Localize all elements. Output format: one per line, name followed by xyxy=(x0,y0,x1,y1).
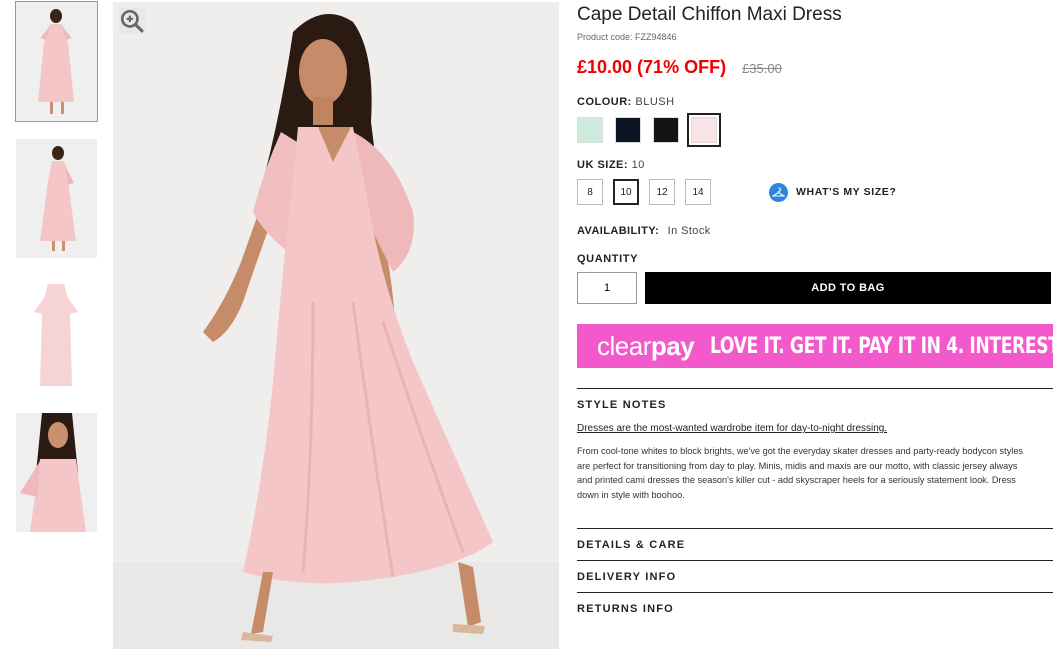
clearpay-banner[interactable]: clearpay LOVE IT. GET IT. PAY IT IN 4. I… xyxy=(577,324,1053,368)
colour-swatches xyxy=(577,113,1053,147)
price-row: £10.00 (71% OFF) £35.00 xyxy=(577,57,1053,78)
swatch-blush[interactable] xyxy=(687,113,721,147)
size-label-row: UK SIZE: 10 xyxy=(577,159,1053,171)
style-notes-line: and printed cami dresses the season's ki… xyxy=(577,475,1016,485)
thumbnail-flat-image xyxy=(16,276,97,395)
size-option-14[interactable]: 14 xyxy=(685,179,711,205)
zoom-button[interactable] xyxy=(119,8,145,34)
style-notes-line: are perfect for transitioning from day t… xyxy=(577,460,1018,471)
availability-label: AVAILABILITY: xyxy=(577,225,660,237)
swatch-mint[interactable] xyxy=(577,117,603,143)
availability-row: AVAILABILITY: In Stock xyxy=(577,225,1053,237)
product-details: Cape Detail Chiffon Maxi Dress Product c… xyxy=(577,0,1053,624)
zoom-icon xyxy=(120,9,144,33)
style-notes-heading[interactable]: STYLE NOTES xyxy=(577,389,1053,417)
size-selected: 10 xyxy=(631,159,645,171)
availability-value: In Stock xyxy=(667,225,711,237)
product-code: Product code: FZZ94846 xyxy=(577,32,677,42)
clearpay-tagline: LOVE IT. GET IT. PAY IT IN 4. INTEREST F… xyxy=(710,333,1053,359)
add-to-bag-button[interactable]: ADD TO BAG xyxy=(645,272,1051,304)
thumbnail-side-image xyxy=(16,139,97,258)
style-notes-lead: Dresses are the most-wanted wardrobe ite… xyxy=(577,423,888,434)
returns-info-heading[interactable]: RETURNS INFO xyxy=(577,593,1053,624)
style-notes-line: From cool-tone whites to block brights, … xyxy=(577,446,1024,456)
thumbnail-front[interactable] xyxy=(15,1,98,122)
thumbnail-strip xyxy=(15,1,98,550)
swatch-navy[interactable] xyxy=(615,117,641,143)
size-label: UK SIZE: xyxy=(577,159,629,171)
product-title: Cape Detail Chiffon Maxi Dress xyxy=(577,4,842,25)
size-option-8[interactable]: 8 xyxy=(577,179,603,205)
size-options: 8 10 12 14 WHAT'S MY SIZE? xyxy=(577,179,1053,205)
style-notes-body: From cool-tone whites to block brights, … xyxy=(577,444,1053,504)
thumbnail-front-image xyxy=(16,2,97,121)
clearpay-logo: clearpay xyxy=(597,330,695,362)
hanger-icon xyxy=(769,182,788,202)
thumbnail-flat[interactable] xyxy=(16,276,97,395)
colour-label: COLOUR: xyxy=(577,96,632,108)
quantity-label: QUANTITY xyxy=(577,253,639,265)
quantity-input[interactable] xyxy=(577,272,637,304)
original-price: £35.00 xyxy=(742,61,782,76)
size-guide-label: WHAT'S MY SIZE? xyxy=(796,186,897,198)
size-option-12[interactable]: 12 xyxy=(649,179,675,205)
delivery-info-heading[interactable]: DELIVERY INFO xyxy=(577,561,1053,592)
thumbnail-side[interactable] xyxy=(16,139,97,258)
details-care-heading[interactable]: DETAILS & CARE xyxy=(577,529,1053,560)
sale-price: £10.00 (71% OFF) xyxy=(577,57,727,77)
size-option-10[interactable]: 10 xyxy=(613,179,639,205)
swatch-black[interactable] xyxy=(653,117,679,143)
clearpay-logo-bold: pay xyxy=(650,330,695,361)
main-product-image[interactable] xyxy=(113,2,559,649)
colour-selected: BLUSH xyxy=(635,96,675,108)
thumbnail-closeup-image xyxy=(16,413,97,532)
style-notes-line: down in style with boohoo. xyxy=(577,489,685,500)
quantity-row: ADD TO BAG xyxy=(577,272,1053,304)
size-guide-link[interactable]: WHAT'S MY SIZE? xyxy=(769,182,897,202)
colour-label-row: COLOUR: BLUSH xyxy=(577,96,1053,108)
thumbnail-closeup[interactable] xyxy=(16,413,97,532)
main-product-photo xyxy=(113,2,559,649)
clearpay-logo-light: clear xyxy=(597,330,651,361)
